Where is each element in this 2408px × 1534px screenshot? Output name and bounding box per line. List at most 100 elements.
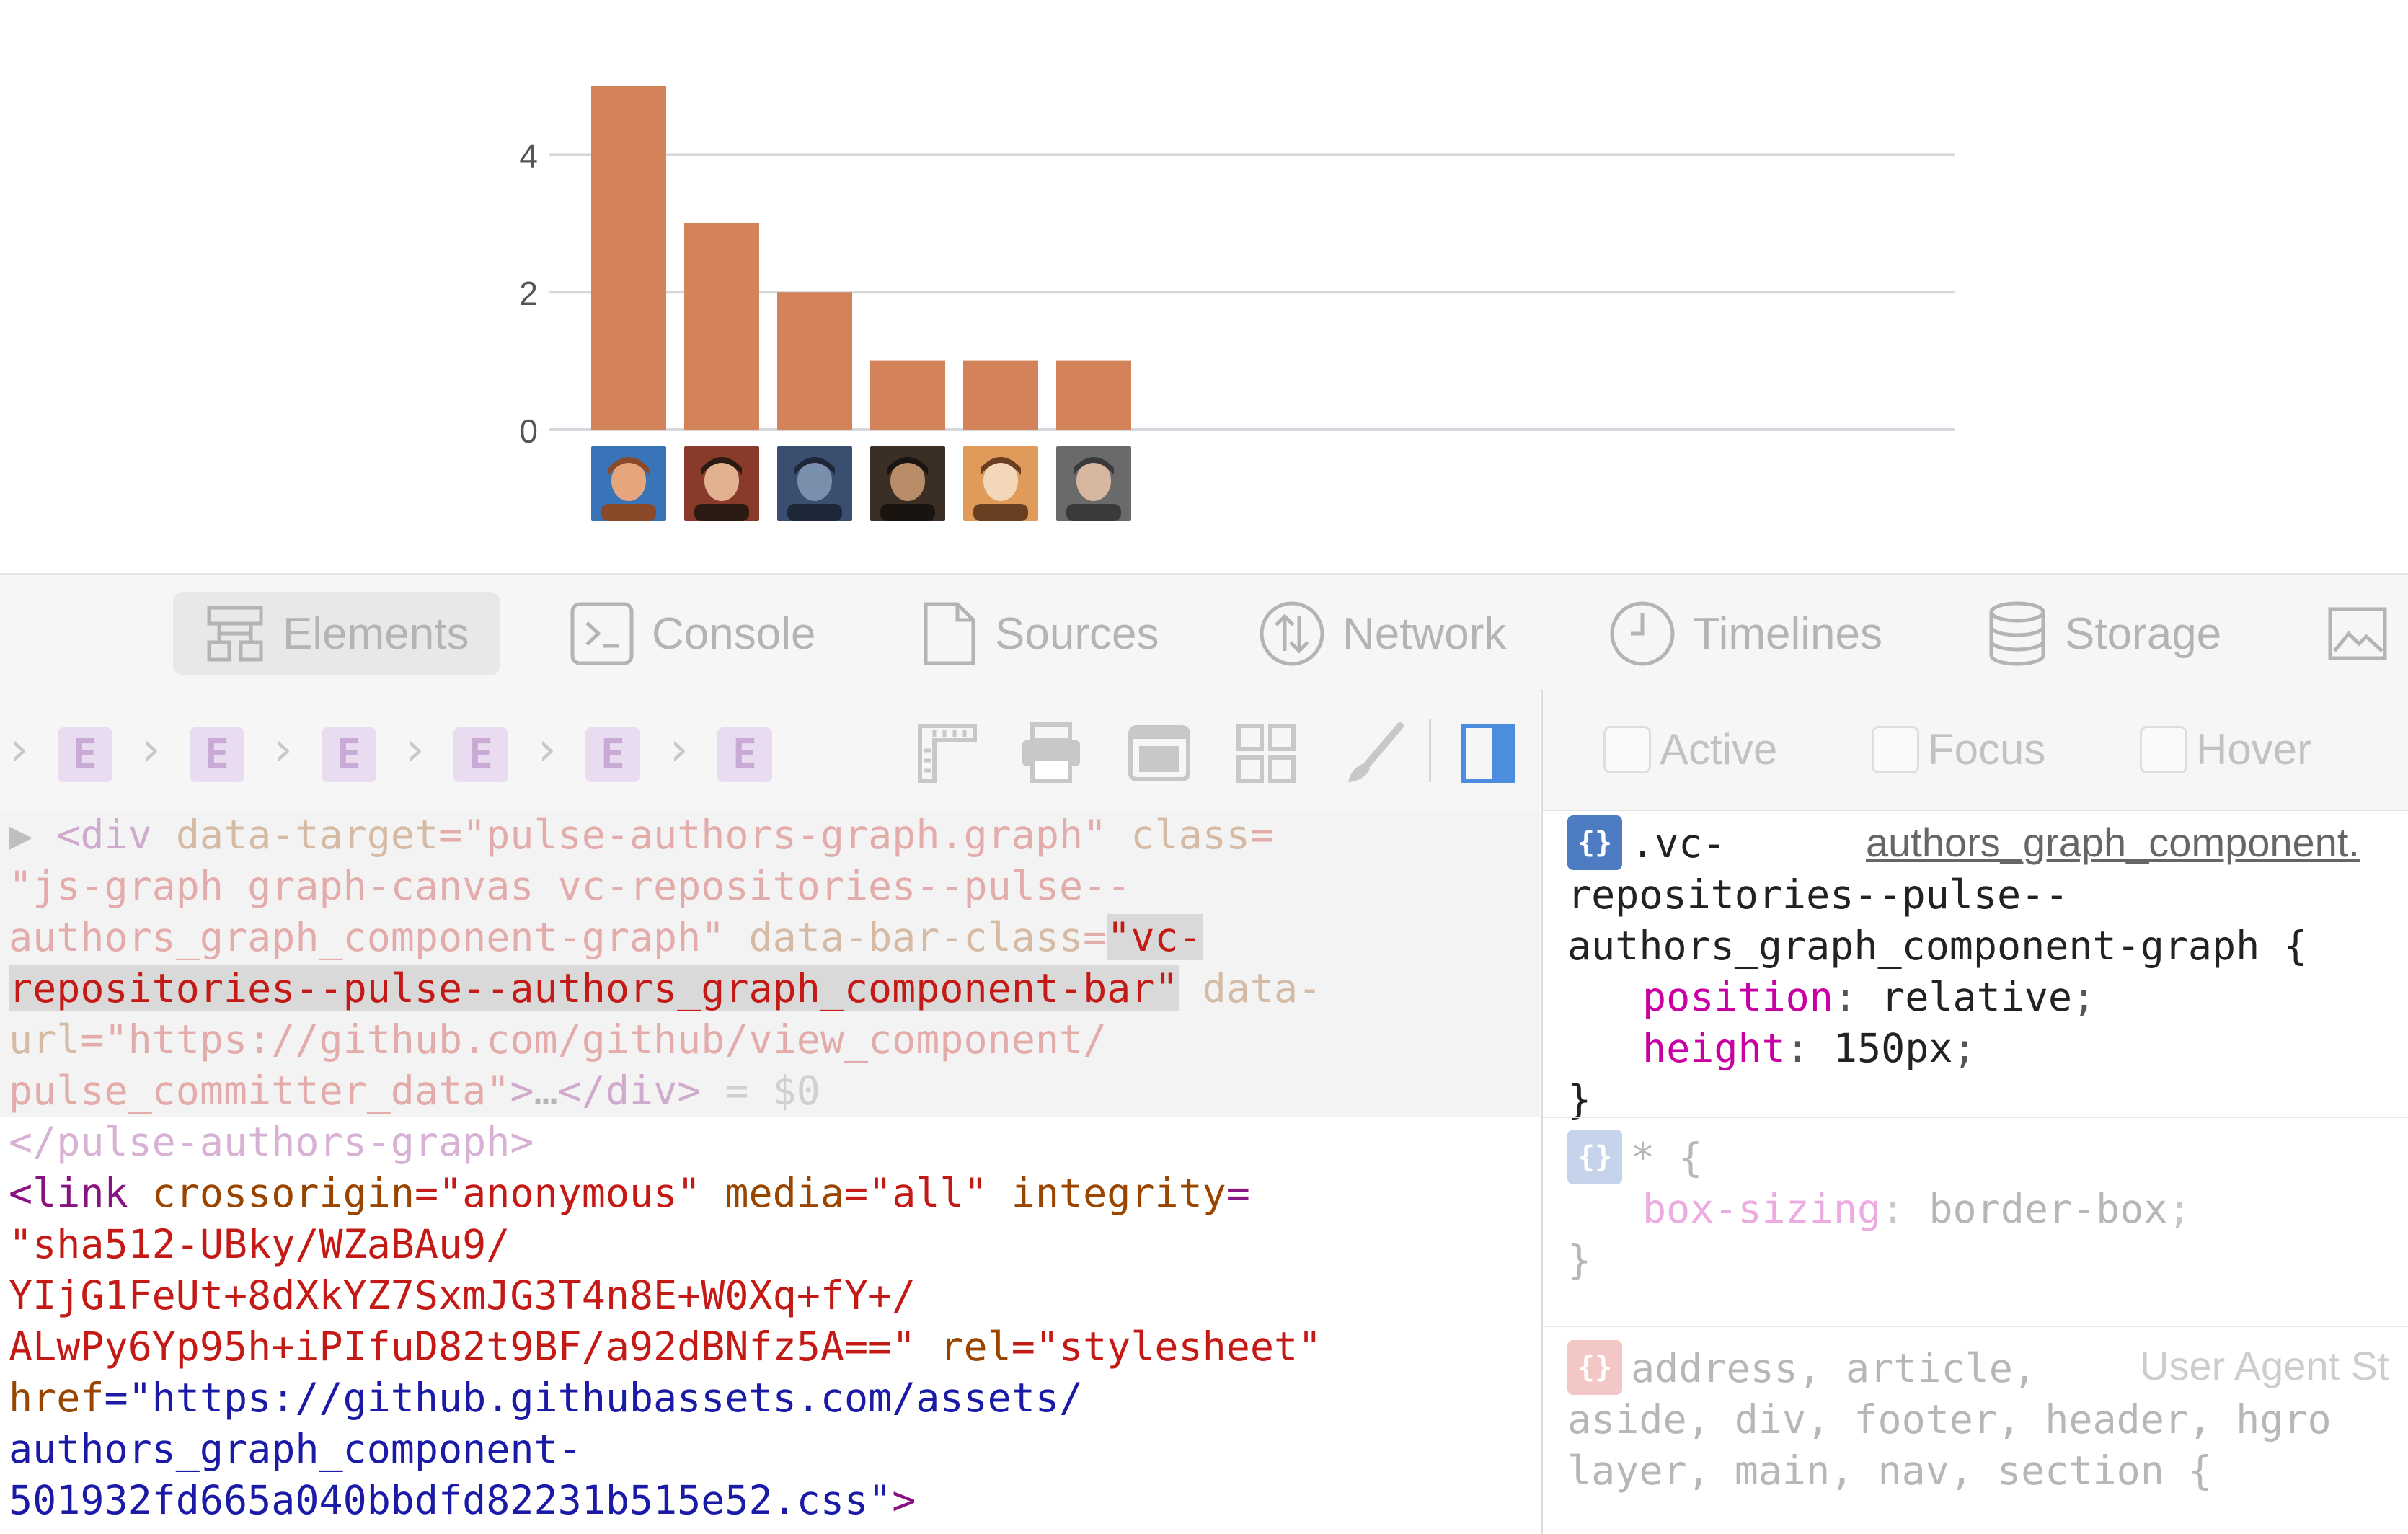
checkbox[interactable] bbox=[1872, 725, 1919, 773]
divider bbox=[1543, 1326, 2408, 1327]
dom-line-1[interactable]: ▶ <div data-target="pulse-authors-graph.… bbox=[9, 810, 1274, 861]
breadcrumb-separator: › bbox=[10, 723, 29, 776]
tab-label: Network bbox=[1342, 608, 1507, 659]
rule-selector: address, article, bbox=[1631, 1345, 2037, 1391]
timelines-icon bbox=[1610, 601, 1675, 666]
styles-rules: {} .vc- authors_graph_component. reposit… bbox=[1543, 810, 2408, 1534]
sources-icon bbox=[924, 602, 975, 665]
avatar-landscape-icon[interactable] bbox=[777, 446, 852, 521]
tab-timelines[interactable]: Timelines bbox=[1609, 592, 1882, 675]
tab-label: Timelines bbox=[1693, 608, 1882, 659]
paintbrush-icon[interactable] bbox=[1342, 722, 1406, 789]
breadcrumb-element-icon[interactable]: E bbox=[58, 727, 112, 782]
active-checkbox[interactable]: Active bbox=[1603, 724, 1777, 774]
hover-checkbox[interactable]: Hover bbox=[2140, 724, 2311, 774]
authors-bar-chart: 0 2 4 bbox=[519, 86, 1955, 450]
tab-elements[interactable]: Elements bbox=[173, 592, 501, 675]
dom-line-14: 501932fd665a040bbdfd82231b515e52.css"> bbox=[9, 1477, 916, 1523]
dom-line-5: url="https://github.com/github/view_comp… bbox=[9, 1016, 1107, 1063]
css-declaration[interactable]: box-sizing: border-box; bbox=[1642, 1184, 2192, 1235]
divider bbox=[1543, 1117, 2408, 1118]
dom-line-12: href="https://github.githubassets.com/as… bbox=[9, 1375, 1084, 1421]
bar-author-5[interactable] bbox=[963, 360, 1038, 430]
dom-line-7[interactable]: </pulse-authors-graph> bbox=[9, 1117, 534, 1168]
tab-console[interactable]: Console bbox=[570, 592, 815, 675]
css-rule-graph: {} .vc- authors_graph_component. reposit… bbox=[1543, 810, 2408, 1122]
rulers-icon[interactable] bbox=[916, 722, 979, 789]
css-rule-icon: {} bbox=[1567, 1130, 1622, 1184]
tab-label: Elements bbox=[283, 608, 469, 659]
tab-network[interactable]: Network bbox=[1259, 592, 1506, 675]
css-declaration[interactable]: height: 150px; bbox=[1642, 1023, 1977, 1074]
css-declaration[interactable]: position: relative; bbox=[1642, 972, 2096, 1023]
breadcrumb-separator: › bbox=[274, 723, 293, 776]
bar-author-3[interactable] bbox=[777, 292, 852, 430]
dom-line-8[interactable]: <link crossorigin="anonymous" media="all… bbox=[9, 1168, 1250, 1219]
rule-selector: .vc- bbox=[1631, 820, 1727, 866]
toolbar-divider bbox=[1429, 719, 1431, 782]
avatar-older-man-icon[interactable] bbox=[1056, 446, 1131, 521]
css-rule-icon: {} bbox=[1567, 1340, 1622, 1395]
image-icon bbox=[2328, 607, 2387, 660]
window-icon[interactable] bbox=[1128, 722, 1191, 789]
dom-tree: ▶ <div data-target="pulse-authors-graph.… bbox=[0, 810, 1540, 1534]
dom-line-11: ALwPy6Yp95h+iPIfuD82t9BF/a92dBNfz5A==" r… bbox=[9, 1324, 1322, 1370]
focus-checkbox[interactable]: Focus bbox=[1872, 724, 2045, 774]
user-agent-stylesheet-label: User Agent St bbox=[2140, 1343, 2389, 1388]
breadcrumb-element-icon[interactable]: E bbox=[190, 727, 244, 782]
dom-line-4: repositories--pulse--authors_graph_compo… bbox=[9, 965, 1322, 1011]
breadcrumb-element-icon[interactable]: E bbox=[585, 727, 640, 782]
breadcrumb-element-icon[interactable]: E bbox=[322, 727, 376, 782]
css-rule-user-agent: {} address, article, User Agent St aside… bbox=[1543, 1334, 2408, 1534]
dom-line-10: YIjG1FeUt+8dXkYZ7SxmJG3T4n8E+W0Xq+fY+/ bbox=[9, 1272, 916, 1318]
rule-selector: aside, div, footer, header, hgro bbox=[1567, 1396, 2332, 1442]
breadcrumb-separator: › bbox=[406, 723, 425, 776]
tab-label: Storage bbox=[2065, 608, 2222, 659]
breadcrumb-element-icon[interactable]: E bbox=[717, 727, 772, 782]
stylesheet-source-link[interactable]: authors_graph_component. bbox=[1866, 817, 2360, 868]
css-rule-icon: {} bbox=[1567, 815, 1622, 870]
avatar-dark-bearded-man-icon[interactable] bbox=[870, 446, 945, 521]
tab-storage[interactable]: Storage bbox=[1987, 592, 2221, 675]
console-icon bbox=[570, 602, 634, 665]
layout-grid-icon[interactable] bbox=[1234, 722, 1298, 789]
y-tick-label: 4 bbox=[519, 137, 538, 174]
breadcrumb-separator: › bbox=[142, 723, 161, 776]
devtools-tab-bar: Elements Console Sources Network Timelin… bbox=[0, 573, 2408, 691]
avatar-red-hair-person-icon[interactable] bbox=[591, 446, 666, 521]
tab-sources[interactable]: Sources bbox=[920, 592, 1159, 675]
breadcrumb-element-icon[interactable]: E bbox=[453, 727, 508, 782]
bar-author-2[interactable] bbox=[684, 223, 759, 430]
rule-selector: repositories--pulse-- bbox=[1567, 872, 2069, 918]
elements-icon bbox=[207, 606, 263, 662]
checkbox[interactable] bbox=[2140, 725, 2187, 773]
checkbox[interactable] bbox=[1603, 725, 1651, 773]
styles-sidebar: Active Focus Hover {} .vc- authors_graph… bbox=[1541, 690, 2408, 1534]
pseudo-class-filters: Active Focus Hover bbox=[1543, 690, 2408, 811]
dom-line-13: authors_graph_component- bbox=[9, 1426, 582, 1472]
storage-icon bbox=[1989, 601, 2045, 666]
bar-author-6[interactable] bbox=[1056, 360, 1131, 430]
network-icon bbox=[1260, 601, 1324, 666]
dom-line-6: pulse_committer_data">…</div> = $0 bbox=[9, 1068, 820, 1114]
tab-label: Sources bbox=[995, 608, 1159, 659]
rule-selector: * { bbox=[1631, 1135, 1703, 1181]
y-tick-label: 0 bbox=[519, 412, 538, 450]
breadcrumb: › E › E › E › E › E › E bbox=[0, 690, 1540, 811]
rule-selector: layer, main, nav, section { bbox=[1567, 1447, 2213, 1494]
y-tick-label: 2 bbox=[519, 275, 538, 312]
print-icon[interactable] bbox=[1019, 722, 1083, 789]
css-rule-universal: {} * { box-sizing: border-box; } bbox=[1543, 1124, 2408, 1318]
sidebar-toggle-icon[interactable] bbox=[1458, 722, 1521, 789]
rule-close-brace: } bbox=[1567, 1237, 1592, 1283]
breadcrumb-separator: › bbox=[670, 723, 689, 776]
bar-author-1[interactable] bbox=[591, 86, 666, 430]
tab-graphics[interactable] bbox=[2327, 592, 2405, 675]
dom-line-3: authors_graph_component-graph" data-bar-… bbox=[9, 914, 1203, 960]
breadcrumb-separator: › bbox=[538, 723, 557, 776]
bar-author-4[interactable] bbox=[870, 360, 945, 430]
rule-selector: authors_graph_component-graph { bbox=[1567, 923, 2308, 969]
avatar-cat-icon[interactable] bbox=[963, 446, 1038, 521]
avatar-bearded-man-icon[interactable] bbox=[684, 446, 759, 521]
dom-line-9: "sha512-UBky/WZaBAu9/ bbox=[9, 1221, 510, 1267]
